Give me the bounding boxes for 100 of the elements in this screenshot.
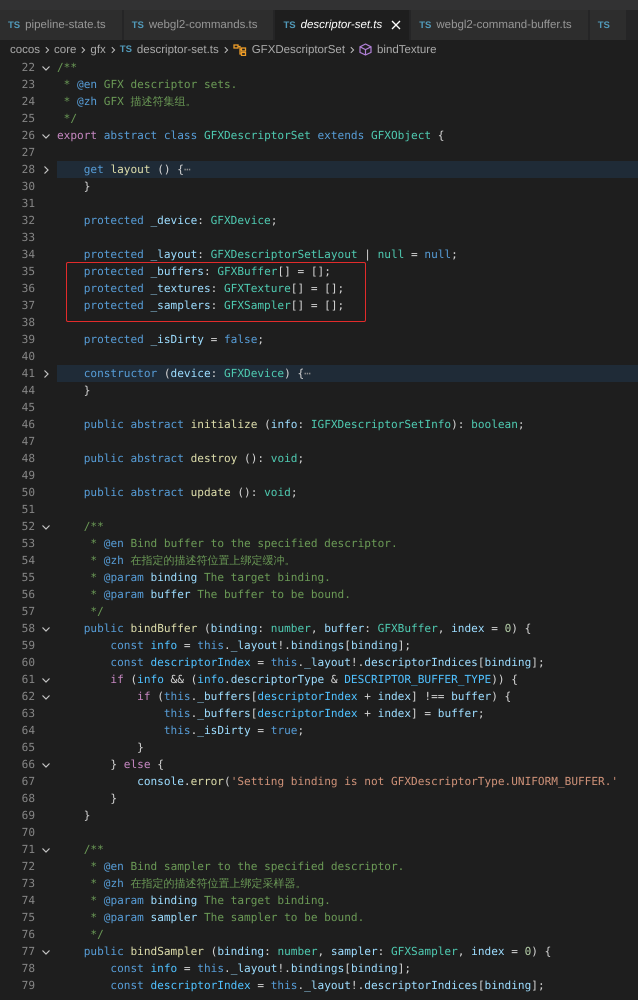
line-number: 69 bbox=[20, 809, 35, 822]
editor-tab[interactable]: TS webgl2-commands.ts bbox=[124, 10, 274, 40]
line-number: 72 bbox=[20, 860, 35, 873]
code-line: } bbox=[109, 791, 118, 807]
breadcrumb-item[interactable]: GFXDescriptorSet bbox=[252, 44, 346, 56]
code-line: this._isDirty = true; bbox=[162, 723, 306, 739]
line-number: 46 bbox=[20, 418, 35, 431]
line-number: 40 bbox=[20, 350, 35, 363]
code-line: protected _buffers: GFXBuffer[] = []; bbox=[82, 264, 332, 280]
line-number: 74 bbox=[20, 894, 35, 907]
breadcrumb-item[interactable]: cocos bbox=[10, 44, 40, 56]
line-number: 33 bbox=[20, 231, 35, 244]
code-line: if (info && (info.descriptorType & DESCRIPTOR_BUFFER_TYPE)) { bbox=[109, 672, 519, 688]
code-line: } bbox=[82, 383, 92, 399]
line-number: 73 bbox=[20, 877, 35, 890]
line-number: 65 bbox=[20, 741, 35, 754]
line-number: 61 bbox=[20, 673, 35, 686]
code-line: /** bbox=[82, 842, 105, 858]
close-icon[interactable] bbox=[391, 20, 402, 30]
line-number: 36 bbox=[20, 282, 35, 295]
line-number: 76 bbox=[20, 928, 35, 941]
line-number: 71 bbox=[20, 843, 35, 856]
code-line: protected _layout: GFXDescriptorSetLayout | null = null; bbox=[82, 247, 459, 263]
line-number: 54 bbox=[20, 554, 35, 567]
line-number: 34 bbox=[20, 248, 35, 261]
line-number: 30 bbox=[20, 180, 35, 193]
breadcrumb-item[interactable]: gfx bbox=[90, 44, 106, 56]
line-number: 62 bbox=[20, 690, 35, 703]
breadcrumb-item[interactable]: descriptor-set.ts bbox=[136, 44, 219, 56]
code-line: } else { bbox=[109, 757, 165, 773]
editor-tab[interactable]: TS descriptor-set.ts bbox=[275, 10, 410, 40]
code-line: this._buffers[descriptorIndex + index] = buffer; bbox=[162, 706, 486, 722]
line-number: 38 bbox=[20, 316, 35, 329]
line-number: 41 bbox=[20, 367, 35, 380]
line-number: 26 bbox=[20, 129, 35, 142]
line-number: 47 bbox=[20, 435, 35, 448]
line-number: 59 bbox=[20, 639, 35, 652]
line-number: 66 bbox=[20, 758, 35, 771]
code-line: } bbox=[136, 740, 145, 756]
line-number: 28 bbox=[20, 163, 35, 176]
cube-icon bbox=[359, 43, 372, 56]
chevron-right-icon bbox=[108, 46, 117, 54]
code-line: * @en Bind buffer to the specified descriptor. bbox=[89, 536, 399, 552]
code-line: const info = this._layout!.bindings[binding]; bbox=[109, 961, 412, 977]
line-number: 35 bbox=[20, 265, 35, 278]
code-line: const info = this._layout!.bindings[binding]; bbox=[109, 638, 412, 654]
breadcrumb-item[interactable]: core bbox=[54, 44, 76, 56]
line-number: 31 bbox=[20, 197, 35, 210]
line-number: 22 bbox=[20, 61, 35, 74]
line-number: 78 bbox=[20, 962, 35, 975]
line-number: 24 bbox=[20, 95, 35, 108]
editor-tab[interactable]: TS pipeline-state.ts bbox=[0, 10, 122, 40]
code-line: const descriptorIndex = this._layout!.descriptorIndices[binding]; bbox=[109, 978, 546, 994]
chevron-right-icon[interactable] bbox=[41, 164, 51, 174]
code-line: } bbox=[82, 179, 92, 195]
breadcrumb-item[interactable]: bindTexture bbox=[377, 44, 436, 56]
line-number: 70 bbox=[20, 826, 35, 839]
line-number: 60 bbox=[20, 656, 35, 669]
editor-tab[interactable]: TS bbox=[590, 10, 626, 40]
line-number: 77 bbox=[20, 945, 35, 958]
code-line: /** bbox=[82, 519, 105, 535]
line-number: 25 bbox=[20, 112, 35, 125]
line-number: 63 bbox=[20, 707, 35, 720]
line-number: 52 bbox=[20, 520, 35, 533]
code-line: public abstract initialize (info: IGFXDescriptorSetInfo): boolean; bbox=[82, 417, 526, 433]
line-number: 56 bbox=[20, 588, 35, 601]
code-line: } bbox=[82, 808, 92, 824]
code-line: * @zh 在指定的描述符位置上绑定采样器。 bbox=[89, 876, 308, 892]
code-line: * @param sampler The sampler to be bound. bbox=[89, 910, 366, 926]
code-line: /** bbox=[57, 60, 78, 76]
class-icon bbox=[232, 44, 247, 56]
line-number: 67 bbox=[20, 775, 35, 788]
line-number: 27 bbox=[20, 146, 35, 159]
line-number: 45 bbox=[20, 401, 35, 414]
code-line: * @en GFX descriptor sets. bbox=[62, 77, 238, 93]
code-line: */ bbox=[62, 111, 78, 127]
line-number: 39 bbox=[20, 333, 35, 346]
chevron-right-icon bbox=[222, 46, 230, 54]
line-number: 68 bbox=[20, 792, 35, 805]
line-number: 53 bbox=[20, 537, 35, 550]
line-number: 79 bbox=[20, 979, 35, 992]
code-line: if (this._buffers[descriptorIndex + index] !== buffer) { bbox=[136, 689, 512, 705]
code-line: export abstract class GFXDescriptorSet extends GFXObject { bbox=[57, 128, 446, 144]
code-line: * @zh GFX 描述符集组。 bbox=[62, 94, 198, 110]
code-line: public bindBuffer (binding: number, buffer: GFXBuffer, index = 0) { bbox=[82, 621, 532, 637]
line-number: 64 bbox=[20, 724, 35, 737]
code-line: public bindSampler (binding: number, sampler: GFXSampler, index = 0) { bbox=[82, 944, 552, 960]
line-number: 37 bbox=[20, 299, 35, 312]
code-line: * @param binding The target binding. bbox=[89, 570, 332, 586]
editor-tab[interactable]: TS webgl2-command-buffer.ts bbox=[411, 10, 588, 40]
line-number: 48 bbox=[20, 452, 35, 465]
code-line: protected _textures: GFXTexture[] = []; bbox=[82, 281, 346, 297]
code-line: protected _device: GFXDevice; bbox=[82, 213, 278, 229]
code-line: public abstract update (): void; bbox=[82, 485, 298, 501]
code-line: public abstract destroy (): void; bbox=[82, 451, 306, 467]
code-line: protected _isDirty = false; bbox=[82, 332, 266, 348]
code-line: protected _samplers: GFXSampler[] = []; bbox=[82, 298, 346, 314]
chevron-right-icon[interactable] bbox=[41, 368, 51, 378]
code-line: */ bbox=[89, 604, 105, 620]
ts-icon: TS bbox=[120, 44, 132, 55]
